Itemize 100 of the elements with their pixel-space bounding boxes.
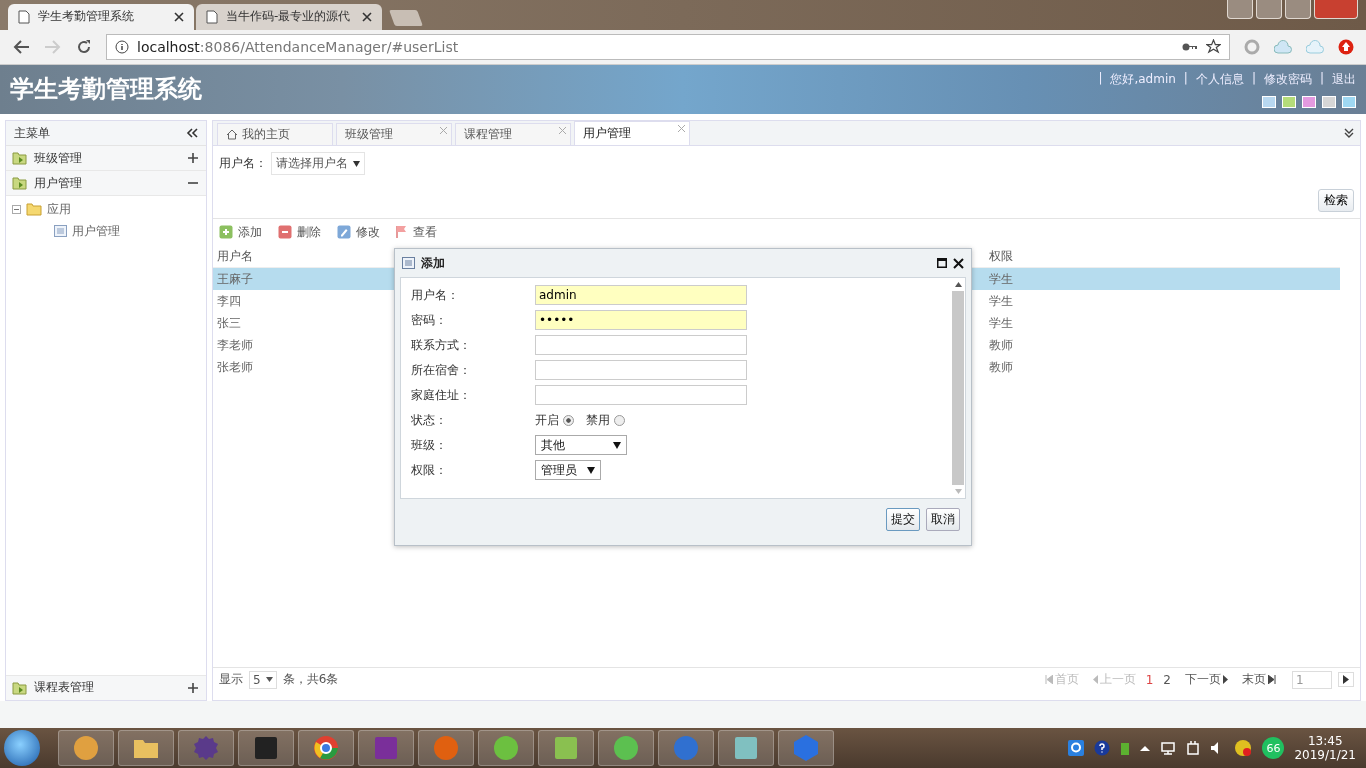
circle-icon (72, 734, 100, 763)
table-cell: 王麻子 (217, 270, 253, 288)
browser-tab[interactable]: 当牛作码-最专业的源代 (196, 3, 382, 30)
go-button[interactable] (1338, 672, 1354, 688)
help-icon[interactable] (1094, 740, 1111, 757)
taskbar-button[interactable] (298, 730, 354, 767)
star-icon[interactable] (1206, 39, 1221, 55)
taskbar-button[interactable] (478, 730, 534, 767)
start-button[interactable] (4, 730, 40, 767)
last-icon (1268, 675, 1276, 685)
menu-group[interactable]: 用户管理 (6, 171, 206, 197)
reload-icon[interactable] (76, 38, 92, 55)
select-dropdown[interactable]: 其他 (535, 435, 627, 455)
toolbar-button[interactable]: 修改 (337, 223, 380, 241)
page-number[interactable]: 2 (1163, 672, 1171, 687)
input-field[interactable]: admin (535, 285, 747, 305)
theme-swatch[interactable] (1262, 95, 1276, 108)
header-link[interactable]: 修改密码 (1263, 70, 1312, 88)
browser-tab[interactable]: 学生考勤管理系统 (8, 3, 194, 30)
field-label: 状态： (411, 411, 448, 429)
field-label: 家庭住址： (411, 386, 472, 404)
taskbar-button[interactable] (658, 730, 714, 767)
tab-title: 当牛作码-最专业的源代 (226, 8, 352, 26)
user-dropdown[interactable]: 请选择用户名 (271, 152, 365, 176)
dialog-button[interactable]: 提交 (886, 508, 920, 531)
back-icon[interactable] (12, 38, 30, 55)
menu-group[interactable]: 课程表管理 (6, 674, 206, 700)
taskbar-button[interactable] (778, 730, 834, 767)
plus-icon[interactable] (188, 153, 198, 164)
theme-swatch[interactable] (1342, 95, 1356, 108)
last-page-link[interactable]: 末页 (1242, 671, 1276, 689)
upload-icon[interactable] (1338, 38, 1354, 55)
address-field[interactable]: localhost:8086/AttendanceManager/#userList (106, 33, 1230, 60)
tab[interactable]: 课程管理 (455, 123, 571, 146)
plus-icon[interactable] (188, 682, 198, 693)
list-icon (54, 225, 67, 238)
toolbar-button[interactable]: 查看 (396, 223, 437, 241)
menu-group[interactable]: 班级管理 (6, 146, 206, 172)
taskbar-button[interactable] (538, 730, 594, 767)
home-icon (226, 129, 238, 141)
close-icon[interactable] (953, 257, 964, 269)
network-icon[interactable] (1160, 740, 1177, 757)
taskbar-button[interactable] (58, 730, 114, 767)
new-tab-button[interactable] (389, 9, 423, 26)
radio-button[interactable] (563, 414, 574, 426)
toolbar-button[interactable]: 添加 (219, 223, 262, 241)
taskbar-button[interactable] (178, 730, 234, 767)
tab[interactable]: 我的主页 (217, 123, 333, 146)
taskbar-button[interactable] (418, 730, 474, 767)
page-number[interactable]: 1 (1145, 672, 1154, 687)
delete-icon (278, 225, 292, 240)
key-icon[interactable] (1182, 41, 1198, 52)
info-icon (115, 39, 129, 54)
input-field[interactable] (535, 385, 747, 405)
taskbar-button[interactable] (358, 730, 414, 767)
field-label: 权限： (411, 461, 448, 479)
dialog-button[interactable]: 取消 (926, 508, 960, 531)
collapse-box-icon[interactable] (12, 204, 21, 214)
input-field[interactable] (535, 360, 747, 380)
page-icon (206, 9, 218, 24)
input-field[interactable] (535, 335, 747, 355)
tab[interactable]: 班级管理 (336, 123, 452, 146)
tab[interactable]: 用户管理 (574, 121, 690, 146)
search-button[interactable]: 检索 (1318, 189, 1354, 213)
input-field[interactable]: ••••• (535, 310, 747, 330)
tree-node[interactable]: 应用 (6, 198, 206, 221)
app-title: 学生考勤管理系统 (10, 74, 202, 106)
first-icon (1044, 675, 1053, 685)
theme-swatch[interactable] (1302, 95, 1316, 108)
header-link[interactable]: 退出 (1332, 70, 1356, 88)
taskbar-button[interactable] (718, 730, 774, 767)
clock-date[interactable]: 2019/1/21 (1294, 748, 1356, 763)
field-label: 用户名： (411, 286, 460, 304)
taskbar-button[interactable] (598, 730, 654, 767)
close-button[interactable] (1314, 0, 1358, 19)
close-icon[interactable] (362, 11, 372, 22)
folder-arrow-icon (12, 151, 28, 166)
separator: | (1319, 70, 1324, 87)
chevron-icon[interactable] (1344, 128, 1354, 139)
field-label: 所在宿舍： (411, 361, 472, 379)
next-page-link[interactable]: 下一页 (1185, 671, 1228, 689)
radio-button[interactable] (614, 414, 625, 426)
select-dropdown[interactable]: 管理员 (535, 460, 601, 480)
tree-leaf[interactable]: 用户管理 (6, 220, 206, 243)
search-icon[interactable] (1068, 740, 1085, 757)
collapse-icon[interactable] (186, 128, 198, 139)
toolbar-button[interactable]: 删除 (278, 223, 321, 241)
dialog-title: 添加 (421, 254, 445, 272)
flag-icon (396, 225, 408, 240)
taskbar-button[interactable] (118, 730, 174, 767)
close-icon[interactable] (174, 11, 184, 22)
theme-swatch[interactable] (1282, 95, 1296, 108)
theme-swatch[interactable] (1322, 95, 1336, 108)
scroll-up-icon[interactable] (954, 282, 962, 287)
page-size-dropdown[interactable]: 5 (249, 670, 277, 689)
maximize-icon[interactable] (937, 258, 947, 268)
clock-time[interactable]: 13:45 (1307, 734, 1343, 749)
up-arrow-icon[interactable] (1140, 744, 1151, 753)
taskbar-button[interactable] (238, 730, 294, 767)
power-plug-icon[interactable] (1186, 740, 1201, 757)
